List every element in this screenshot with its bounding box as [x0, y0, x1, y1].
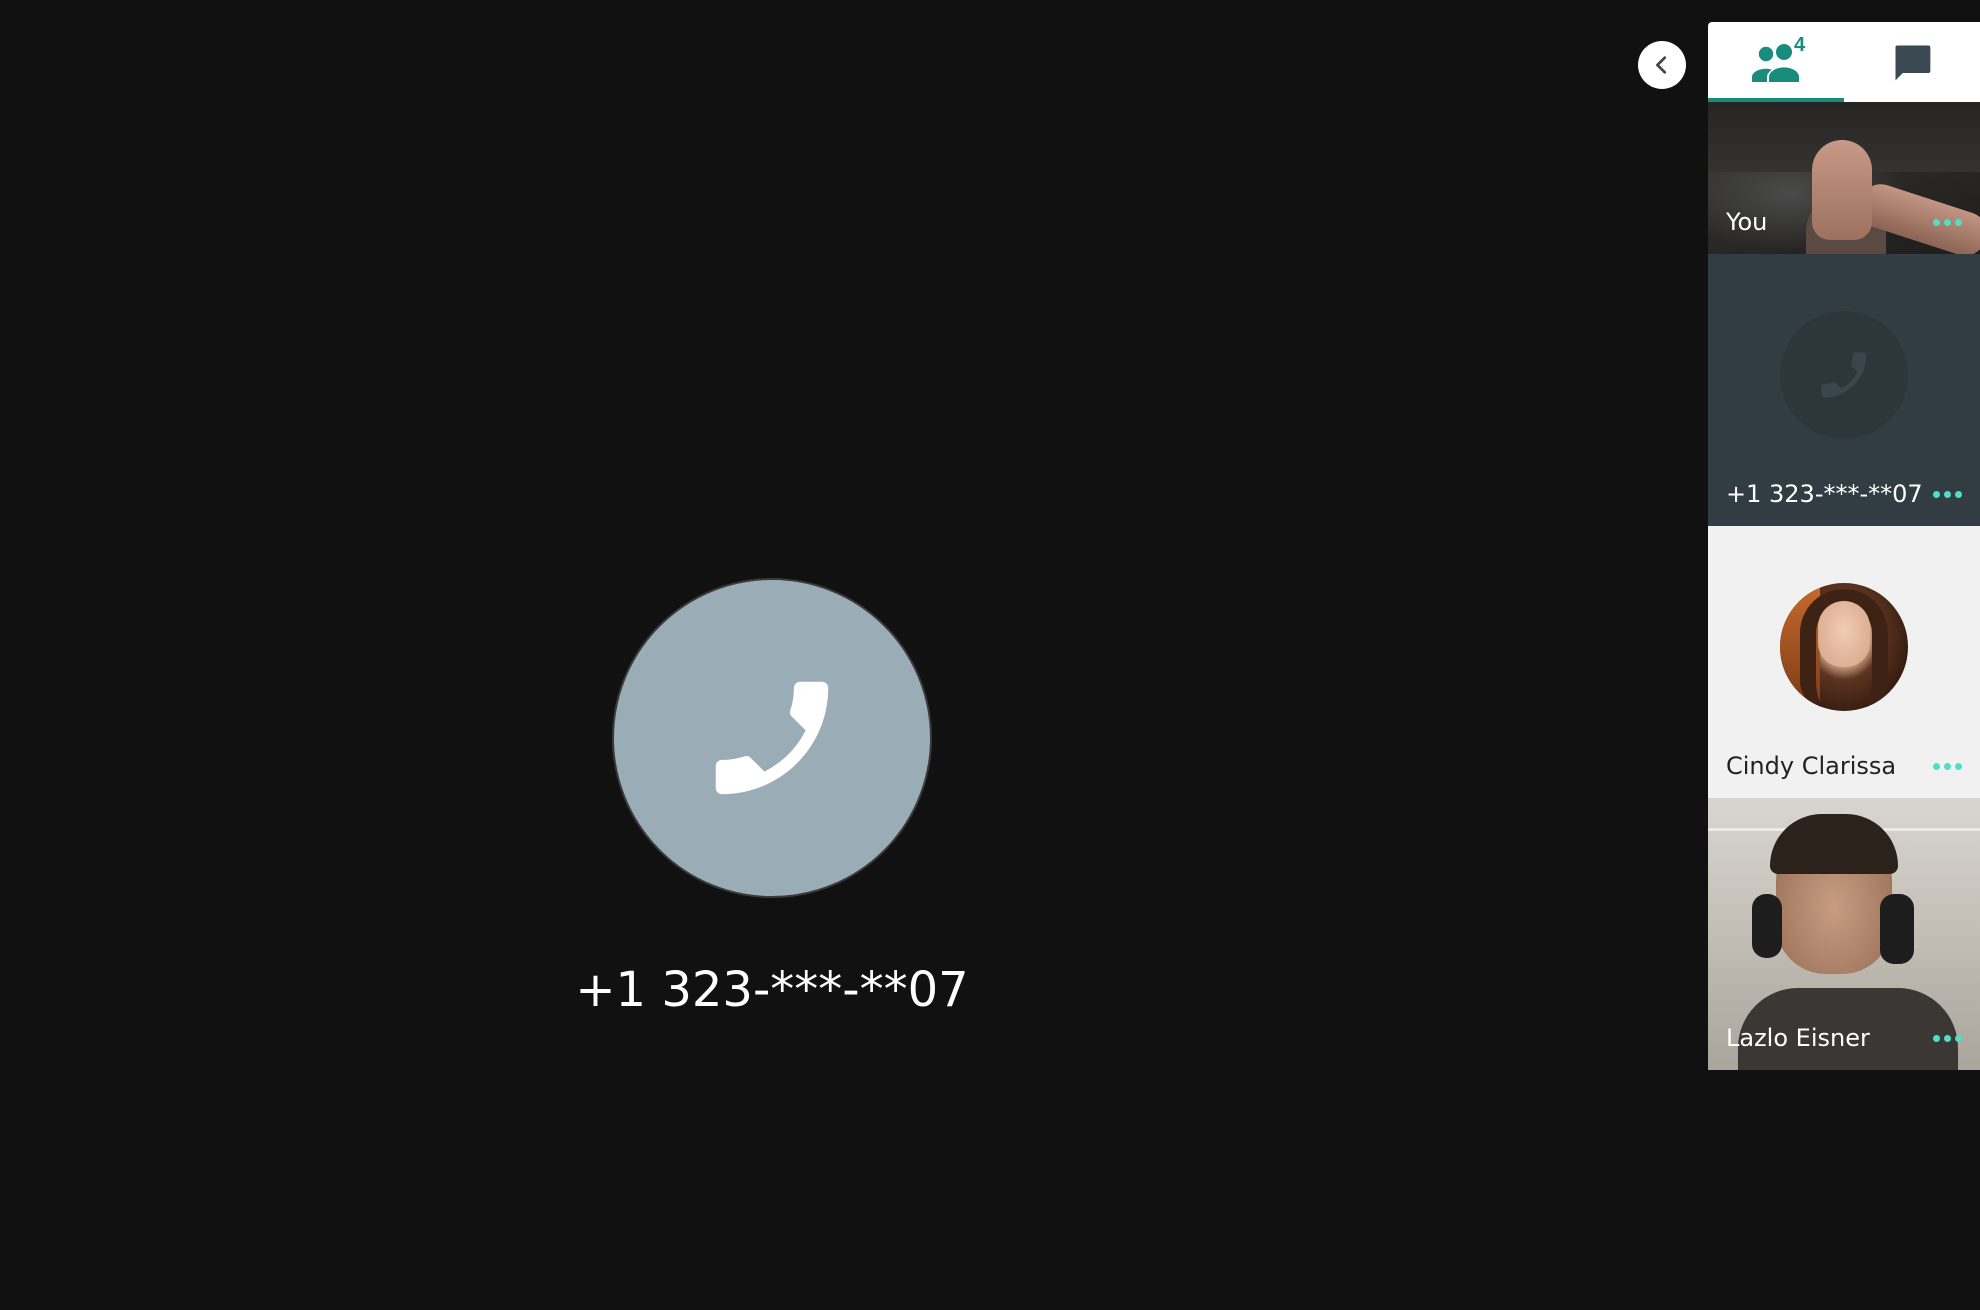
participant-name: Lazlo Eisner	[1726, 1024, 1870, 1052]
more-horizontal-icon[interactable]	[1933, 491, 1962, 498]
participant-tile-phone[interactable]: +1 323-***-**07	[1708, 254, 1980, 526]
headphones	[1880, 894, 1914, 964]
participant-tile-you[interactable]: You	[1708, 102, 1980, 254]
participant-name: You	[1726, 208, 1768, 236]
main-speaker-name: +1 323-***-**07	[575, 962, 969, 1018]
more-horizontal-icon[interactable]	[1933, 219, 1962, 226]
tab-chat[interactable]	[1844, 22, 1980, 102]
participant-avatar	[1780, 311, 1908, 439]
panel-tabs: 4	[1708, 22, 1980, 102]
phone-icon	[715, 681, 829, 795]
video-thumbs-up	[1812, 140, 1872, 240]
participants-panel: 4 You +1 323-***-**07 Cindy Clarissa Laz…	[1708, 22, 1980, 1072]
participant-count-badge: 4	[1794, 34, 1806, 56]
more-horizontal-icon[interactable]	[1933, 763, 1962, 770]
chat-icon	[1895, 45, 1931, 81]
participant-name: Cindy Clarissa	[1726, 752, 1897, 780]
more-horizontal-icon[interactable]	[1933, 1035, 1962, 1042]
phone-icon	[1821, 352, 1867, 398]
call-stage: +1 323-***-**07 4 You +1 323-***-**07 Ci…	[0, 0, 1980, 1310]
video-person-hair	[1770, 814, 1898, 874]
headphones	[1752, 894, 1782, 958]
main-speaker-avatar	[612, 578, 932, 898]
tab-participants[interactable]: 4	[1708, 22, 1844, 102]
participant-name: +1 323-***-**07	[1726, 480, 1923, 508]
participant-tile-cindy[interactable]: Cindy Clarissa	[1708, 526, 1980, 798]
participant-avatar	[1780, 583, 1908, 711]
chevron-left-icon	[1656, 56, 1667, 74]
collapse-panel-button[interactable]	[1638, 41, 1686, 89]
participant-tile-lazlo[interactable]: Lazlo Eisner	[1708, 798, 1980, 1070]
